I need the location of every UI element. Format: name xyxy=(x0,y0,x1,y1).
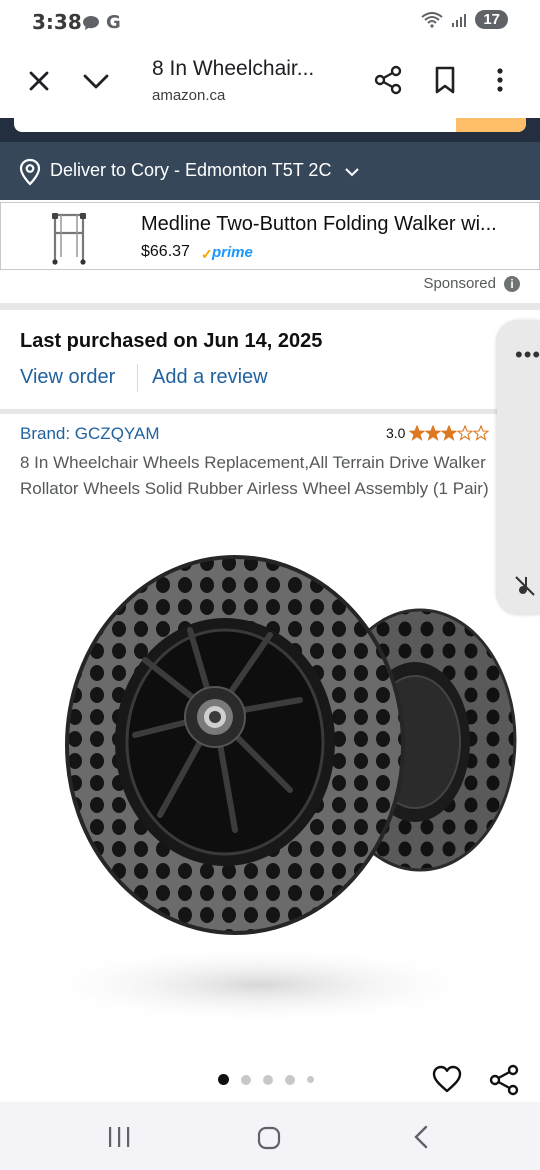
prime-badge: prime xyxy=(212,244,253,261)
share-icon[interactable] xyxy=(488,1064,520,1096)
tab-url: amazon.ca xyxy=(152,87,226,104)
product-image[interactable] xyxy=(20,530,520,1030)
rating-value: 3.0 xyxy=(386,425,406,441)
battery-indicator: 17 xyxy=(475,10,508,29)
system-nav-bar xyxy=(0,1102,540,1170)
mute-icon[interactable] xyxy=(513,574,537,598)
product-title: 8 In Wheelchair Wheels Replacement,All T… xyxy=(20,453,489,498)
view-order-link[interactable]: View order xyxy=(20,366,115,389)
bookmark-icon[interactable] xyxy=(430,64,460,96)
rating-summary[interactable]: 3.0 xyxy=(386,425,490,441)
chevron-down-icon[interactable] xyxy=(80,66,112,96)
more-vert-icon[interactable] xyxy=(488,64,512,96)
status-left-icons: G xyxy=(82,12,121,33)
close-icon[interactable] xyxy=(24,66,54,96)
star-filled-icon xyxy=(425,425,442,441)
carousel-dot[interactable] xyxy=(241,1074,251,1085)
image-carousel-dots[interactable] xyxy=(218,1074,314,1085)
home-icon[interactable] xyxy=(257,1126,281,1150)
screen: 3:38 G 17 8 In Wheelchair... amazon.ca D… xyxy=(0,0,540,1170)
link-separator xyxy=(137,364,138,392)
deliver-to-bar[interactable]: Deliver to Cory - Edmonton T5T 2C xyxy=(0,142,540,200)
amazon-top-nav xyxy=(0,118,540,142)
deliver-to-text: Deliver to Cory - Edmonton T5T 2C xyxy=(50,160,332,180)
heart-icon[interactable] xyxy=(431,1064,463,1094)
sponsored-label: Sponsored xyxy=(423,275,496,292)
status-time: 3:38 xyxy=(32,10,82,34)
share-icon[interactable] xyxy=(372,64,404,96)
search-button[interactable] xyxy=(456,118,526,132)
last-purchased-text: Last purchased on Jun 14, 2025 xyxy=(20,330,323,352)
recents-icon[interactable] xyxy=(106,1126,132,1148)
carousel-dot[interactable] xyxy=(285,1074,295,1085)
back-icon[interactable] xyxy=(410,1124,432,1150)
section-divider xyxy=(0,303,540,310)
star-rating xyxy=(409,425,490,441)
custom-tab-header: 8 In Wheelchair... amazon.ca xyxy=(0,44,540,118)
google-g-icon: G xyxy=(106,12,121,33)
brand-link[interactable]: Brand: GCZQYAM xyxy=(20,424,160,444)
chevron-down-icon xyxy=(345,168,359,177)
carousel-dot[interactable] xyxy=(307,1076,314,1083)
prime-check-icon: ✓ xyxy=(201,246,213,262)
star-empty-icon xyxy=(457,425,474,441)
location-pin-icon xyxy=(19,158,41,186)
signal-icon xyxy=(452,13,467,27)
add-review-link[interactable]: Add a review xyxy=(152,366,268,389)
sponsored-product-card[interactable]: Medline Two-Button Folding Walker wi... … xyxy=(0,202,540,270)
chat-bubble-icon xyxy=(83,15,99,30)
more-horiz-icon[interactable]: ••• xyxy=(515,342,540,368)
search-input[interactable] xyxy=(14,118,526,132)
carousel-dot[interactable] xyxy=(263,1074,273,1085)
sponsored-product-title[interactable]: Medline Two-Button Folding Walker wi... xyxy=(141,213,535,236)
sponsored-product-price: $66.37 xyxy=(141,243,190,260)
star-filled-icon xyxy=(409,425,426,441)
star-filled-icon xyxy=(441,425,458,441)
section-divider xyxy=(0,409,540,414)
status-right-icons: 17 xyxy=(421,10,508,29)
tab-title: 8 In Wheelchair... xyxy=(152,57,315,80)
edge-side-panel[interactable]: ••• xyxy=(497,320,540,615)
wifi-icon xyxy=(421,11,443,28)
status-bar: 3:38 G 17 xyxy=(0,0,540,44)
info-icon[interactable]: i xyxy=(504,276,520,292)
carousel-dot[interactable] xyxy=(218,1074,229,1085)
walker-product-image xyxy=(52,213,86,265)
star-empty-icon xyxy=(473,425,490,441)
